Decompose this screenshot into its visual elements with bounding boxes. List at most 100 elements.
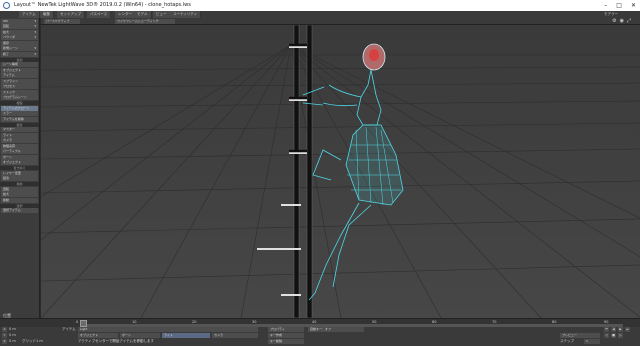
sidebar-item[interactable]: ストック [1,89,38,95]
sidebar-item[interactable]: ミラー [1,111,38,116]
z-toggle[interactable]: Z [2,339,7,344]
sidebar-item[interactable]: 回転 [1,186,38,192]
sidebar-btn-exit[interactable]: 終了 ▾ [1,51,38,57]
sidebar-item[interactable]: オブジェクト [1,67,38,73]
timeline-marker[interactable] [80,320,87,327]
sidebar-item[interactable]: レイヤー変更 [1,170,38,176]
sidebar-item[interactable]: プログラムシーン [1,95,38,100]
step-value[interactable]: 1 [584,339,600,344]
sidebar-item[interactable]: 物理演算 [1,143,38,149]
camera-icon[interactable]: ◉ [620,18,627,24]
sidebar-btn-scale[interactable]: 拡大 ▾ [1,29,38,35]
chevron-down-icon: ▾ [34,51,36,56]
properties-button[interactable]: プロパティ [268,327,304,332]
preview-select[interactable]: プレビュー [560,333,600,338]
select-cameras-button[interactable]: カメラ [212,333,258,338]
sidebar-btn-on[interactable]: ON ▾ [1,18,38,24]
goto-end-icon[interactable]: ⏭ [625,327,630,332]
sidebar-item[interactable]: スプライン [1,78,38,84]
app-icon [3,2,10,9]
timeline-tick: 30 [252,320,257,324]
minimize-button[interactable]: – [604,0,607,11]
chevron-down-icon: ▾ [34,46,36,50]
y-value[interactable]: 0 m [9,333,16,338]
select-bones-button[interactable]: ボーン [120,333,160,338]
sidebar-item[interactable]: マスター [1,127,38,132]
sidebar-item[interactable]: 結合 [1,176,38,181]
sidebar-group-select: 選択 [0,203,39,208]
sidebar-item[interactable]: ライト [1,132,38,138]
window-title: Layout™ NewTek LightWave 3D® 2019.0.2 (W… [14,2,191,8]
timeline-tick: 40 [312,320,317,324]
title-bar: Layout™ NewTek LightWave 3D® 2019.0.2 (W… [0,0,640,11]
play-reverse-icon[interactable]: ◀ [611,327,616,332]
sidebar-item[interactable]: 選択アイテム [1,208,38,213]
delete-key-button[interactable]: キー削除 [268,339,304,344]
sidebar-btn-rotate[interactable]: 回転 ▾ [1,24,38,29]
current-item-select[interactable]: Light [78,327,258,332]
sidebar-item[interactable]: アイテムを削除 [1,116,38,122]
sidebar-item[interactable]: 移動 [1,197,38,203]
tab-items[interactable]: アイテム [19,11,40,18]
timeline-tick: 70 [492,320,497,324]
goto-start-icon[interactable]: ⏮ [604,327,609,332]
sidebar-item[interactable]: ボーン [1,154,38,160]
sidebar-btn-bound[interactable]: バウンダ ▾ [1,35,38,40]
select-lights-button[interactable]: ライト [162,333,210,338]
grid-value[interactable]: 1 m [36,339,43,344]
sidebar-item[interactable]: プロセス [1,84,38,89]
maximize-button[interactable]: □ [616,0,622,11]
next-key-icon[interactable]: ▷ [618,333,623,338]
viewport-3d[interactable] [41,25,640,318]
step-label: ステップ [560,339,574,343]
maximize-view-icon[interactable]: ⤢ [627,18,634,24]
tab-model[interactable]: モデル [134,11,152,18]
scene-render [41,25,640,318]
render-mode-select[interactable]: ワイヤフレームシェーディング [115,19,175,24]
sidebar-item[interactable]: オブジェクト [1,160,38,165]
x-toggle[interactable]: X [2,327,7,332]
tab-setup[interactable]: セットアップ [57,11,85,18]
y-toggle[interactable]: Y [2,333,7,338]
current-item-label: アイテム [62,327,76,331]
tab-view[interactable]: ビュー [153,11,171,18]
tab-utilities[interactable]: ユーティリティ [170,11,202,18]
select-objects-button[interactable]: オブジェクト [78,333,118,338]
timeline-tick: 80 [552,320,557,324]
sidebar-item[interactable]: 拡大 [1,192,38,197]
timeline-tick: 60 [432,320,437,324]
sidebar-btn-new-scene[interactable]: 新規シーン ▾ [1,46,38,51]
timeline-tick: 0 [76,320,79,324]
timeline[interactable]: 位置 0 10 20 30 40 50 60 70 80 90 [0,313,640,327]
gear-icon[interactable]: ⚙ [612,18,619,24]
menu-bar: アイテム 編集 セットアップ パスペース レンダー モデル ビュー ユーティリテ… [0,11,640,18]
tab-render[interactable]: レンダー [115,11,136,18]
modeler-link[interactable]: モデラー [604,11,618,18]
close-button[interactable]: ✕ [631,0,636,11]
timeline-tick: 50 [372,320,377,324]
create-key-button[interactable]: キー作成 [268,333,304,338]
timeline-tick: 90 [604,320,609,324]
z-value[interactable]: 0 m [9,339,16,344]
sidebar-item[interactable]: カメラ [1,138,38,143]
sidebar-btn-save[interactable]: 保存 [1,40,38,46]
sidebar-item[interactable]: アイテム [1,73,38,78]
stop-icon[interactable]: ■ [611,333,616,338]
sidebar-item-clone[interactable]: アイテムのクローン [1,105,38,111]
viewport-header: パースペクティブ ワイヤフレームシェーディング ⚙◉⤢ [41,18,640,25]
status-text: アクティブセンターで開始アイテムを移動します [78,339,155,343]
play-icon[interactable]: ▶ [618,327,623,332]
auto-key-select[interactable]: 自動キー：オフ [308,327,364,332]
prev-key-icon[interactable]: ◁ [604,333,609,338]
sidebar-item[interactable]: パーティクル [1,149,38,154]
timeline-tick: 10 [132,320,137,324]
chevron-down-icon: ▾ [34,24,36,28]
tab-edit[interactable]: 編集 [40,11,54,18]
sidebar: ON ▾ 回転 ▾ 拡大 ▾ バウンダ ▾ 保存 新規シーン ▾ 終了 ▾ 追加 シーン構成… [0,18,40,318]
grid-label: グリッド [22,339,36,343]
view-mode-select[interactable]: パースペクティブ [44,19,80,24]
sidebar-item[interactable]: シーン構成 [1,62,38,67]
tab-perspective[interactable]: パスペース [87,11,112,18]
timeline-label: 位置 [3,313,11,318]
x-value[interactable]: 0 m [9,327,16,332]
